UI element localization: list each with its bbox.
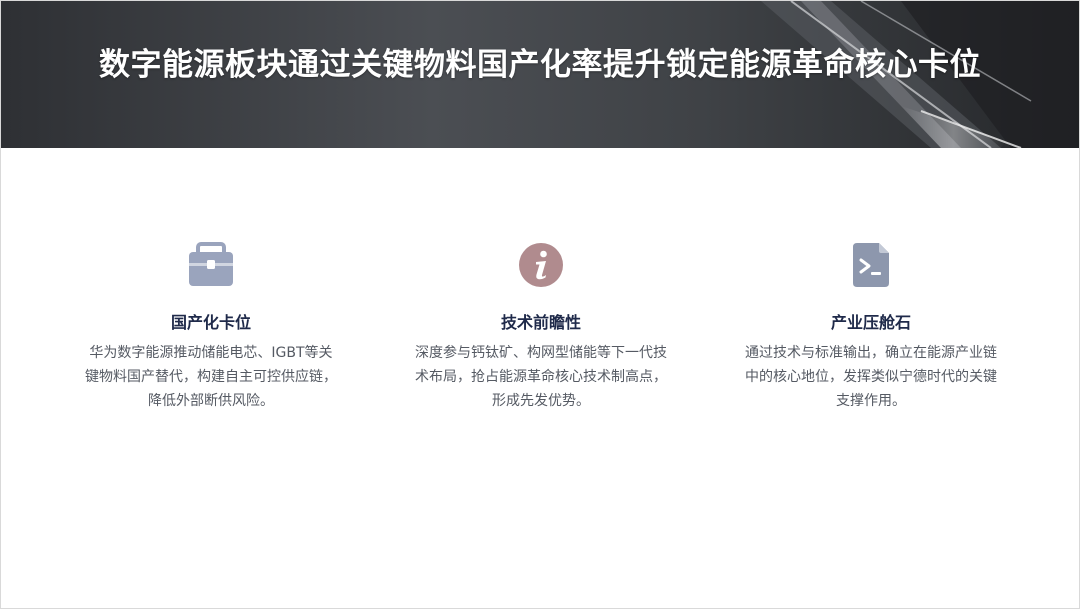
card-desc-line: 华为数字能源推动储能电芯、IGBT等关: [89, 345, 333, 361]
feature-cards: 国产化卡位 华为数字能源推动储能电芯、IGBT等关 键物料国产替代，构建自主可控…: [41, 241, 1041, 441]
card-desc-line: 支撑作用。: [836, 393, 906, 409]
card-desc-line: 术布局，抢占能源革命核心技术制高点，: [415, 369, 667, 385]
card-desc-line: 形成先发优势。: [492, 393, 590, 409]
card-description: 华为数字能源推动储能电芯、IGBT等关 键物料国产替代，构建自主可控供应链， 降…: [61, 341, 361, 413]
card-localization: 国产化卡位 华为数字能源推动储能电芯、IGBT等关 键物料国产替代，构建自主可控…: [61, 241, 361, 413]
card-desc-line: 深度参与钙钛矿、构网型储能等下一代技: [415, 345, 667, 361]
briefcase-icon: [189, 242, 233, 286]
card-desc-line: 键物料国产替代，构建自主可控供应链，: [85, 369, 337, 385]
slide: 数字能源板块通过关键物料国产化率提升锁定能源革命核心卡位 国产化卡位 华为数字能…: [0, 0, 1080, 609]
header-banner: 数字能源板块通过关键物料国产化率提升锁定能源革命核心卡位: [1, 1, 1079, 148]
info-icon: [519, 243, 563, 287]
page-title: 数字能源板块通过关键物料国产化率提升锁定能源革命核心卡位: [99, 47, 981, 83]
card-title: 产业压舱石: [830, 313, 911, 332]
card-desc-line: 中的核心地位，发挥类似宁德时代的关键: [745, 369, 997, 385]
card-title: 国产化卡位: [170, 313, 251, 332]
card-desc-line: 降低外部断供风险。: [148, 393, 274, 409]
card-description: 通过技术与标准输出，确立在能源产业链 中的核心地位，发挥类似宁德时代的关键 支撑…: [721, 341, 1021, 413]
card-description: 深度参与钙钛矿、构网型储能等下一代技 术布局，抢占能源革命核心技术制高点， 形成…: [391, 341, 691, 413]
terminal-file-icon: [853, 243, 889, 287]
card-desc-line: 通过技术与标准输出，确立在能源产业链: [745, 345, 997, 361]
card-title: 技术前瞻性: [500, 313, 581, 332]
card-foresight: 技术前瞻性 深度参与钙钛矿、构网型储能等下一代技 术布局，抢占能源革命核心技术制…: [391, 241, 691, 413]
card-ballast: 产业压舱石 通过技术与标准输出，确立在能源产业链 中的核心地位，发挥类似宁德时代…: [721, 241, 1021, 413]
